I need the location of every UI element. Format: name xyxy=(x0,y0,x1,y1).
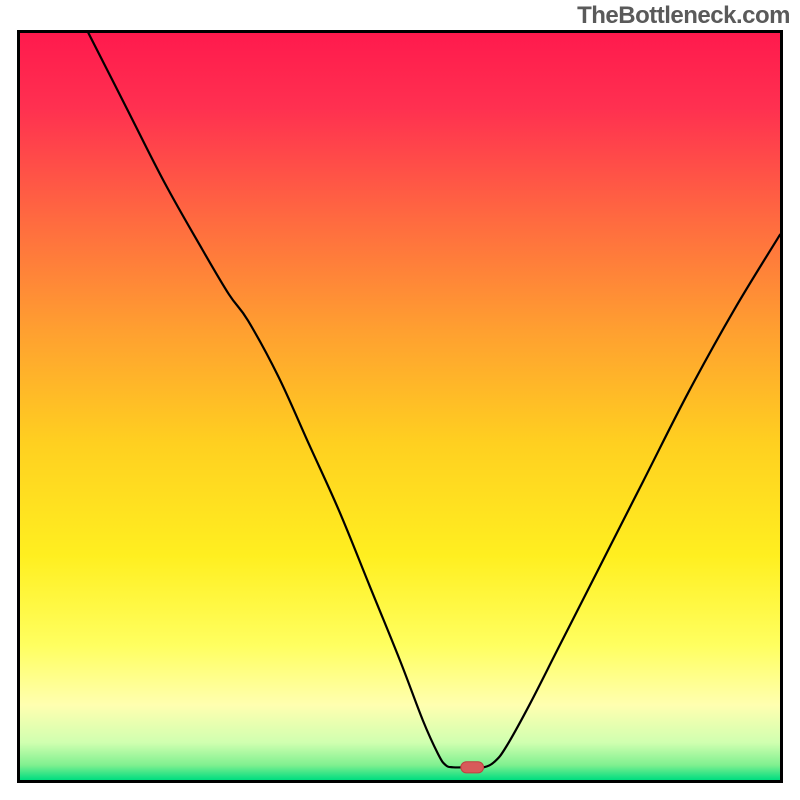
chart-background xyxy=(20,33,780,780)
chart-plot-area xyxy=(20,33,780,780)
chart-svg xyxy=(20,33,780,780)
optimal-marker xyxy=(461,762,484,773)
watermark: TheBottleneck.com xyxy=(577,2,790,30)
